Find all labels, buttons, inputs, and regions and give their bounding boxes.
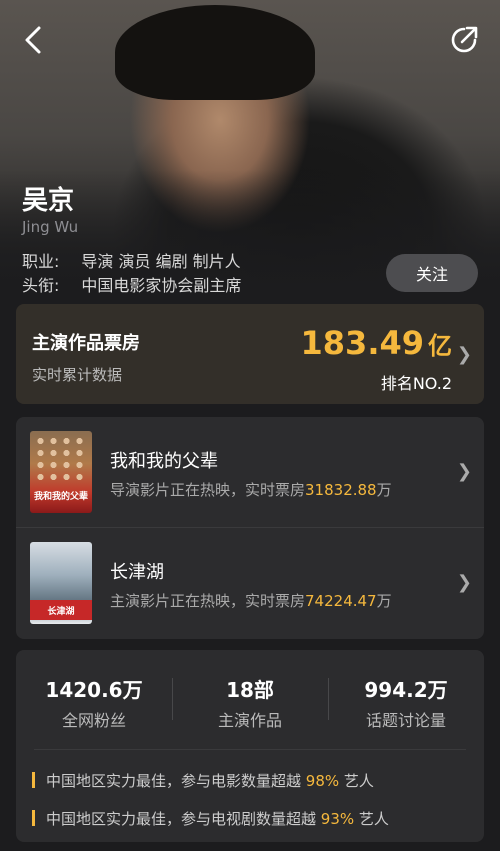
occupation-row: 职业: 导演 演员 编剧 制片人: [22, 248, 241, 272]
film-desc-text: 主演影片正在热映，实时票房: [110, 592, 306, 610]
fact-text: 中国地区实力最佳，参与电视剧数量超越: [46, 810, 321, 828]
chevron-right-icon: ❯: [456, 461, 472, 482]
stat-value: 1420.6万: [45, 678, 143, 702]
fact-suffix: 艺人: [354, 810, 389, 828]
box-office-unit: 亿: [428, 332, 452, 360]
poster-title: 长津湖: [47, 607, 75, 617]
fact-percent: 93%: [320, 810, 355, 828]
film-box-value: 31832.88: [305, 481, 377, 499]
film-box-value: 74224.47: [305, 592, 377, 610]
stat-label: 全网粉丝: [61, 711, 126, 730]
box-office-subtitle: 实时累计数据: [32, 366, 123, 384]
stat-label: 话题讨论量: [365, 711, 446, 730]
film-poster: 长津湖: [30, 542, 92, 624]
film-item[interactable]: 长津湖 长津湖 主演影片正在热映，实时票房74224.47万 ❯: [16, 527, 484, 638]
fact-line: 中国地区实力最佳，参与电影数量超越 98% 艺人: [32, 770, 374, 791]
stat-fans: 1420.6万 全网粉丝: [16, 674, 172, 731]
follow-button[interactable]: 关注: [386, 254, 478, 292]
occupation-value: 导演 演员 编剧 制片人: [81, 252, 241, 271]
film-title: 长津湖: [110, 562, 164, 583]
films-card: 我和我的父辈 我和我的父辈 导演影片正在热映，实时票房31832.88万 ❯ 长…: [16, 417, 484, 639]
stat-label: 主演作品: [217, 711, 282, 730]
film-desc: 导演影片正在热映，实时票房31832.88万: [110, 479, 392, 500]
box-office-rank: 排名NO.2: [380, 374, 452, 393]
box-office-total: 183.49 亿: [301, 324, 452, 362]
poster-faces: [34, 435, 88, 481]
share-button[interactable]: [444, 20, 484, 60]
fact-percent: 98%: [305, 772, 340, 790]
film-desc-text: 导演影片正在热映，实时票房: [110, 481, 306, 499]
fact-suffix: 艺人: [339, 772, 374, 790]
box-office-title: 主演作品票房: [32, 333, 140, 354]
back-button[interactable]: [14, 20, 54, 60]
hero-hair: [115, 5, 315, 100]
film-box-unit: 万: [376, 592, 392, 610]
chevron-right-icon: ❯: [456, 572, 472, 593]
fact-line: 中国地区实力最佳，参与电视剧数量超越 93% 艺人: [32, 808, 389, 829]
person-name-en: Jing Wu: [22, 218, 79, 236]
box-office-card[interactable]: 主演作品票房 实时累计数据 183.49 亿 排名NO.2 ❯: [16, 304, 484, 404]
chevron-right-icon: ❯: [456, 344, 472, 365]
stat-value: 994.2万: [364, 678, 448, 702]
title-value: 中国电影家协会副主席: [81, 276, 242, 295]
share-icon: [451, 26, 478, 53]
film-item[interactable]: 我和我的父辈 我和我的父辈 导演影片正在热映，实时票房31832.88万 ❯: [16, 417, 484, 527]
person-name: 吴京: [22, 186, 75, 216]
film-box-unit: 万: [376, 481, 392, 499]
film-desc: 主演影片正在热映，实时票房74224.47万: [110, 590, 392, 611]
stat-works: 18部 主演作品: [172, 674, 328, 731]
box-office-value: 183.49: [300, 324, 424, 362]
stats-card: 1420.6万 全网粉丝 18部 主演作品 994.2万 话题讨论量 中国地区实…: [16, 650, 484, 842]
film-title: 我和我的父辈: [110, 451, 218, 472]
divider: [34, 749, 466, 750]
chevron-left-icon: [25, 26, 41, 54]
film-poster: 我和我的父辈: [30, 431, 92, 513]
stat-topics: 994.2万 话题讨论量: [328, 674, 484, 731]
fact-text: 中国地区实力最佳，参与电影数量超越: [46, 772, 306, 790]
poster-title: 我和我的父辈: [33, 492, 88, 502]
title-row: 头衔: 中国电影家协会副主席: [22, 272, 241, 296]
occupation-label: 职业:: [22, 252, 60, 271]
title-label: 头衔:: [22, 276, 60, 295]
stat-value: 18部: [226, 678, 274, 702]
